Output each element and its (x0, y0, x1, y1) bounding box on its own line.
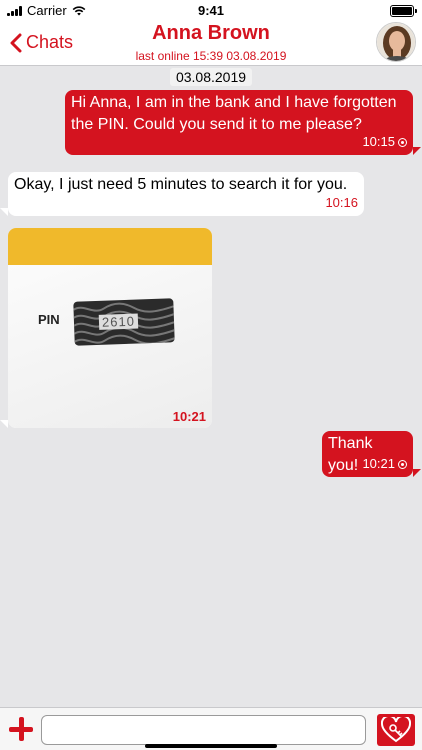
image-pin-label: PIN (38, 312, 60, 327)
pin-code: 2610 (98, 313, 139, 330)
delivered-icon (398, 459, 407, 469)
bubble-tail (413, 147, 421, 155)
heart-key-icon (381, 717, 411, 743)
scratch-field: 2610 (73, 298, 175, 346)
message-bubble-outgoing[interactable]: Thank you! 10:21 (322, 431, 413, 477)
message-bubble-outgoing[interactable]: Hi Anna, I am in the bank and I have for… (65, 90, 413, 155)
message-input[interactable] (41, 715, 366, 745)
home-indicator (145, 744, 277, 748)
send-heart-button[interactable] (377, 714, 415, 746)
bubble-tail (413, 469, 421, 477)
status-bar: Carrier 9:41 (0, 0, 422, 22)
add-attachment-button[interactable] (6, 714, 36, 744)
bubble-tail (0, 208, 8, 216)
message-timestamp: 10:15 (362, 131, 407, 153)
last-online-status: last online 15:39 03.08.2019 (135, 49, 287, 63)
status-time: 9:41 (197, 3, 225, 18)
bubble-tail (0, 420, 8, 428)
message-bubble-incoming[interactable]: Okay, I just need 5 minutes to search it… (8, 172, 364, 216)
avatar[interactable] (376, 22, 416, 62)
delivered-icon (398, 137, 407, 147)
message-timestamp: 10:21 (362, 453, 407, 475)
chat-header: Chats Anna Brown last online 15:39 03.08… (0, 22, 422, 66)
contact-name: Anna Brown (152, 22, 270, 44)
image-paper (8, 265, 212, 428)
image-message[interactable]: PIN 2610 10:21 (8, 228, 212, 428)
message-timestamp: 10:16 (325, 195, 358, 210)
message-timestamp: 10:21 (172, 409, 206, 424)
message-text: Hi Anna, I am in the bank and I have for… (71, 94, 397, 133)
message-text: Okay, I just need 5 minutes to search it… (14, 176, 348, 193)
battery-icon (390, 5, 417, 17)
date-separator: 03.08.2019 (170, 68, 252, 86)
image-background-yellow (8, 228, 212, 265)
